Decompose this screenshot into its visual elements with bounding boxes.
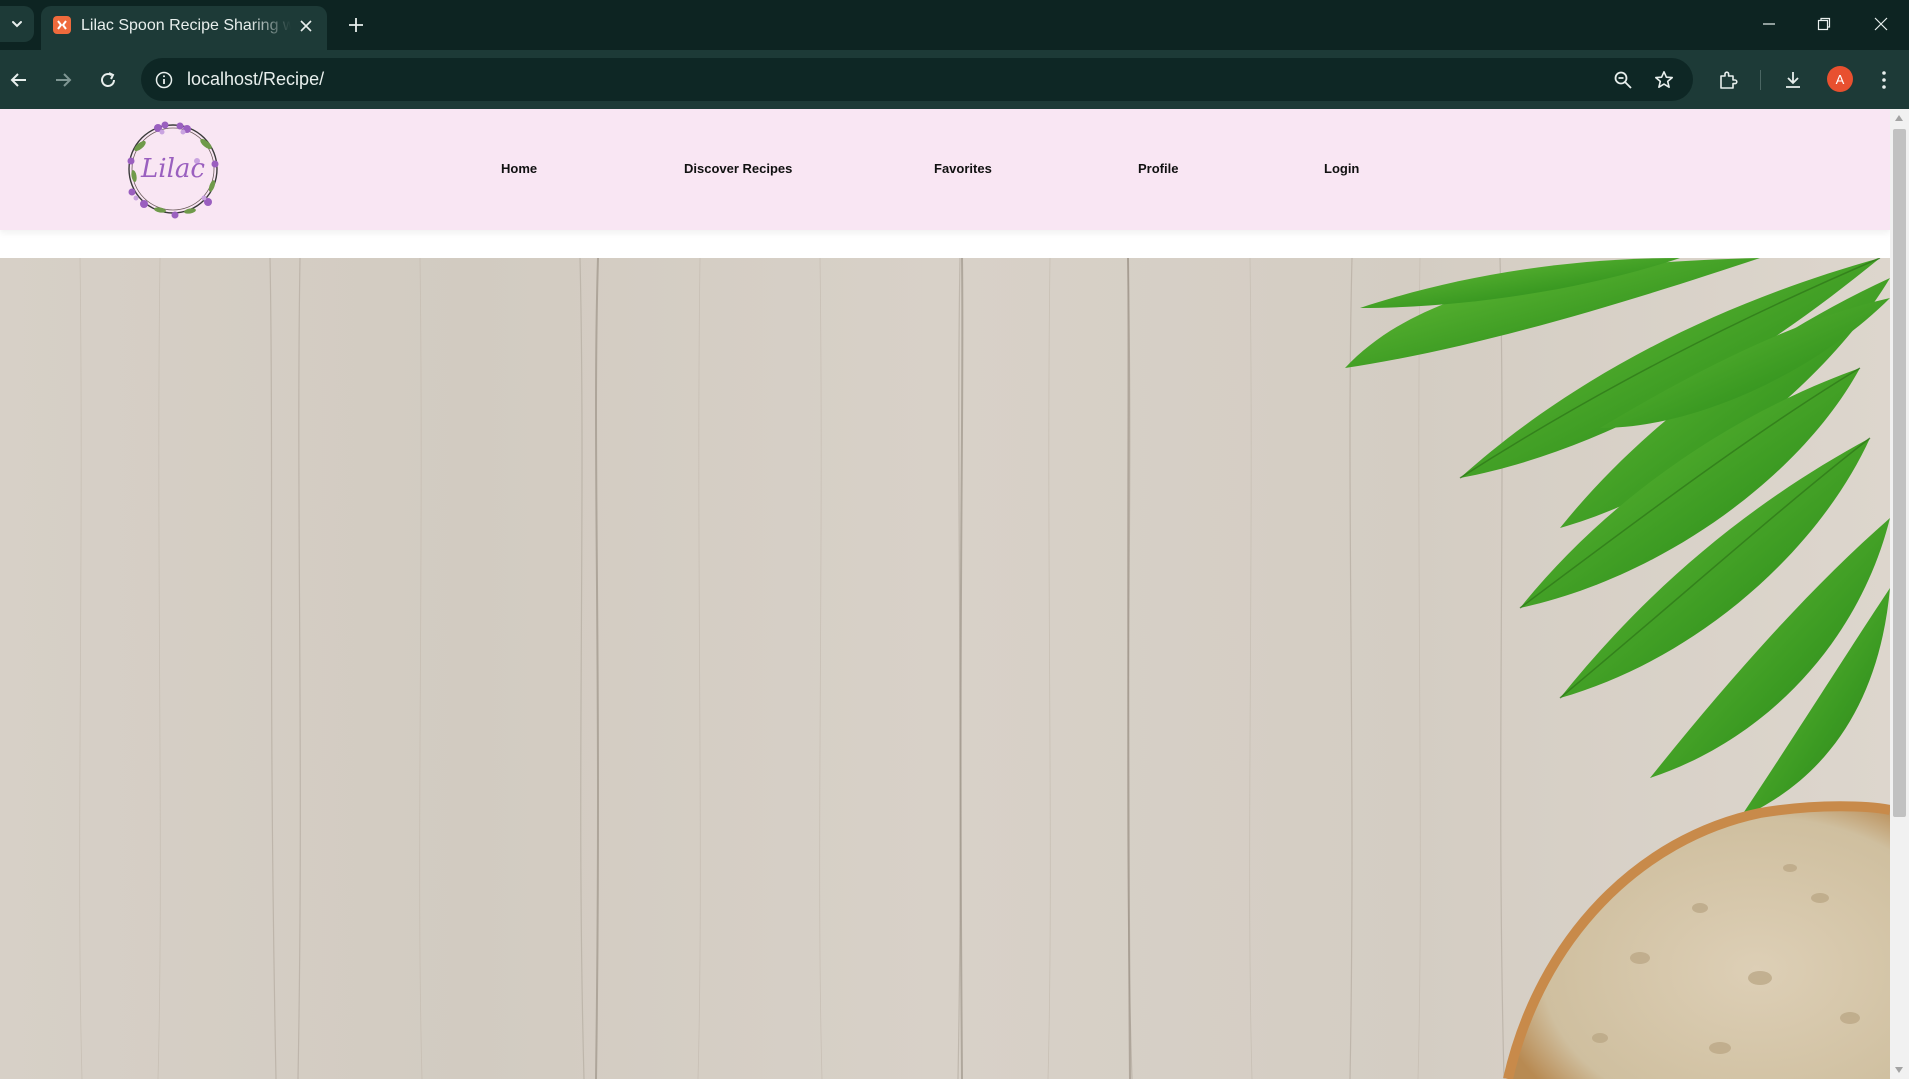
minimize-button[interactable]	[1746, 4, 1792, 44]
restore-button[interactable]	[1801, 4, 1847, 44]
reload-icon	[101, 72, 115, 87]
scroll-down-arrow-icon[interactable]	[1895, 1067, 1903, 1073]
tab-title: Lilac Spoon Recipe Sharing website	[81, 17, 291, 34]
bookmark-button[interactable]	[1647, 63, 1681, 97]
wood-table-photo	[0, 258, 1890, 1079]
browser-toolbar: localhost/Recipe/ A	[0, 50, 1909, 109]
address-bar[interactable]: localhost/Recipe/	[141, 58, 1693, 101]
site-logo[interactable]: Lilac	[120, 116, 226, 222]
site-info-button[interactable]	[149, 65, 179, 95]
star-icon	[1655, 71, 1673, 88]
browser-menu-button[interactable]	[1867, 63, 1901, 97]
puzzle-icon	[1720, 71, 1738, 89]
reload-button[interactable]	[91, 63, 125, 97]
scrollbar-thumb[interactable]	[1893, 129, 1906, 817]
nav-profile[interactable]: Profile	[1138, 161, 1178, 176]
logo-text: Lilac	[141, 154, 205, 184]
plus-icon	[349, 18, 363, 32]
close-icon	[300, 20, 312, 32]
toolbar-separator	[1760, 70, 1761, 90]
close-window-button[interactable]	[1858, 4, 1904, 44]
zoom-icon	[1614, 71, 1632, 89]
site-header: Lilac Home Discover Recipes Favorites Pr…	[0, 109, 1890, 230]
page-scrollbar[interactable]	[1890, 109, 1909, 1079]
nav-discover-recipes[interactable]: Discover Recipes	[684, 161, 792, 176]
minimize-icon	[1763, 23, 1775, 25]
back-button[interactable]	[2, 63, 36, 97]
scroll-up-arrow-icon[interactable]	[1895, 115, 1903, 121]
extensions-button[interactable]	[1711, 63, 1745, 97]
downloads-button[interactable]	[1776, 63, 1810, 97]
xampp-favicon-icon	[53, 16, 71, 34]
browser-tab-strip: Lilac Spoon Recipe Sharing website	[0, 0, 1909, 50]
chevron-down-icon	[12, 21, 22, 28]
page-viewport: Lilac Home Discover Recipes Favorites Pr…	[0, 109, 1890, 1079]
forward-button[interactable]	[46, 63, 80, 97]
arrow-left-icon	[10, 73, 26, 87]
nav-home[interactable]: Home	[501, 161, 537, 176]
arrow-right-icon	[56, 73, 72, 87]
profile-avatar[interactable]: A	[1827, 66, 1853, 92]
nav-favorites[interactable]: Favorites	[934, 161, 992, 176]
url-text[interactable]: localhost/Recipe/	[187, 69, 324, 90]
nav-login[interactable]: Login	[1324, 161, 1359, 176]
close-icon	[1874, 17, 1888, 31]
download-icon	[1786, 72, 1800, 88]
restore-icon	[1817, 17, 1831, 31]
hero-background-image	[0, 258, 1890, 1079]
close-tab-button[interactable]	[295, 15, 317, 37]
new-tab-button[interactable]	[342, 11, 370, 39]
browser-tab-active[interactable]: Lilac Spoon Recipe Sharing website	[41, 6, 327, 50]
kebab-menu-icon	[1882, 71, 1886, 89]
tab-search-button[interactable]	[0, 6, 34, 42]
info-icon	[155, 71, 173, 89]
zoom-button[interactable]	[1606, 63, 1640, 97]
